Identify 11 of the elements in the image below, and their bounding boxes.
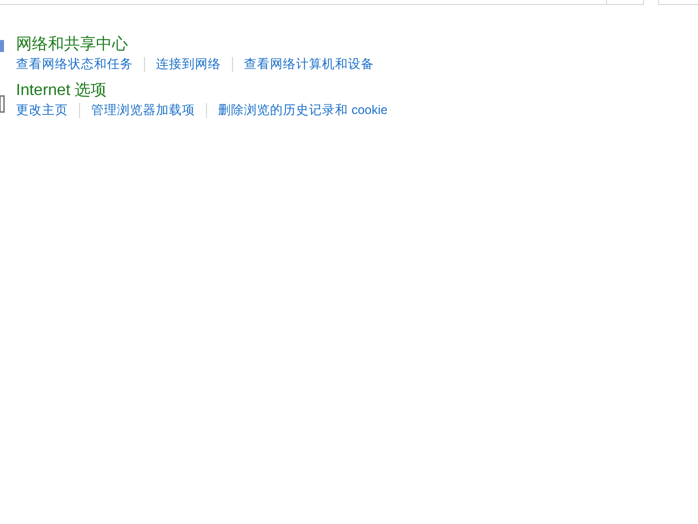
task-link[interactable]: 查看网络状态和任务: [16, 56, 133, 72]
task-link[interactable]: 删除浏览的历史记录和 cookie: [218, 102, 388, 118]
internet-options-icon: [0, 95, 5, 113]
task-link[interactable]: 管理浏览器加载项: [91, 102, 195, 118]
task-link[interactable]: 查看网络计算机和设备: [244, 56, 374, 72]
task-link[interactable]: 连接到网络: [156, 56, 221, 72]
section-title-link[interactable]: Internet 选项: [16, 81, 107, 101]
section-title-link[interactable]: 网络和共享中心: [16, 35, 128, 55]
task-link[interactable]: 更改主页: [16, 102, 68, 118]
search-field[interactable]: [658, 0, 698, 5]
network-icon: [0, 38, 5, 54]
